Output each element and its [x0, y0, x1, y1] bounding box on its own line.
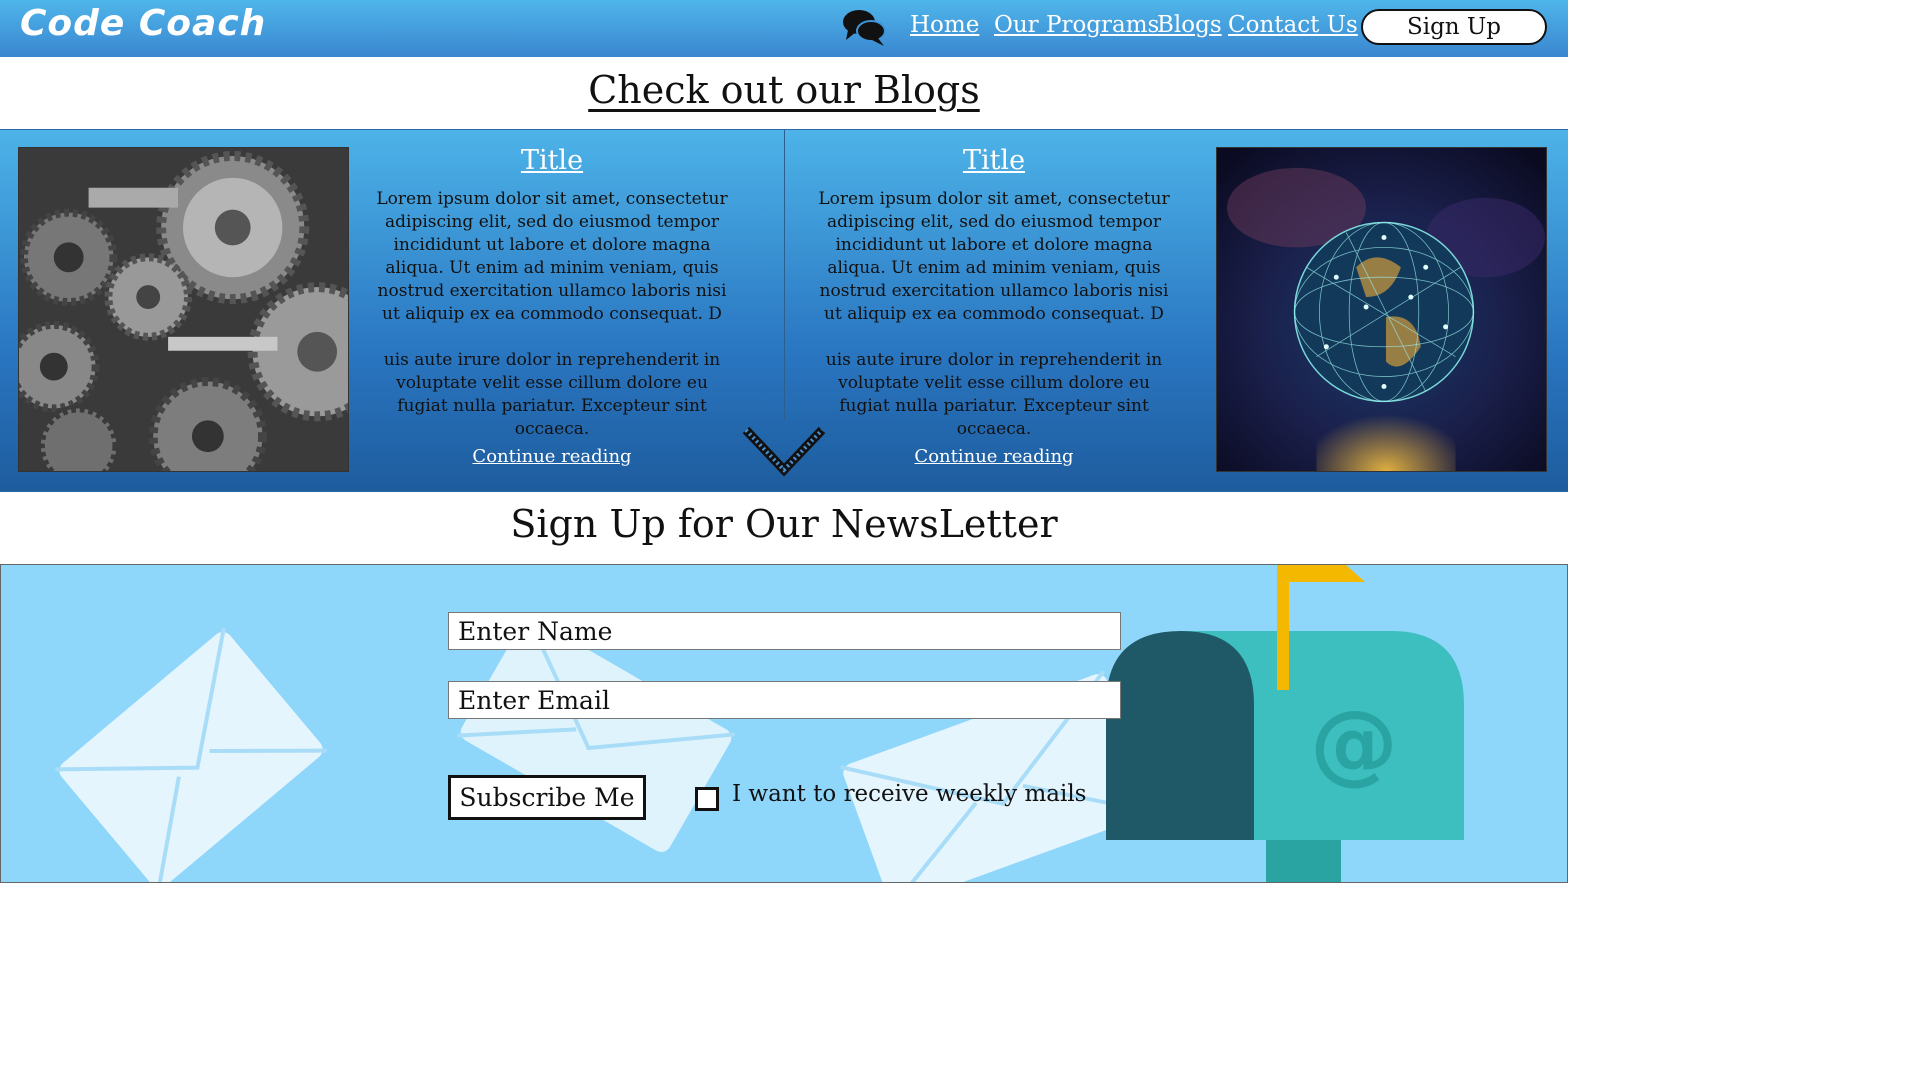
name-input[interactable]	[448, 612, 1121, 650]
blog-post-1: Title Lorem ipsum dolor sit amet, consec…	[372, 142, 732, 467]
post-title[interactable]: Title	[372, 142, 732, 188]
blog-post-2: Title Lorem ipsum dolor sit amet, consec…	[814, 142, 1174, 467]
nav-our-programs[interactable]: Our Programs	[994, 12, 1159, 38]
nav-home[interactable]: Home	[910, 12, 979, 38]
subscribe-button[interactable]: Subscribe Me	[448, 775, 646, 820]
at-symbol-icon: @	[1310, 691, 1398, 794]
email-input[interactable]	[448, 681, 1121, 719]
continue-reading-link[interactable]: Continue reading	[372, 446, 732, 467]
nav-contact-us[interactable]: Contact Us	[1228, 12, 1358, 38]
chat-icon	[843, 10, 886, 46]
chevron-down-icon[interactable]	[742, 426, 826, 478]
sign-up-button[interactable]: Sign Up	[1361, 9, 1547, 45]
newsletter-heading: Sign Up for Our NewsLetter	[510, 502, 1058, 546]
post-divider	[784, 130, 785, 420]
newsletter-section: @ Subscribe Me I want to receive weekly …	[0, 564, 1568, 883]
weekly-mails-checkbox[interactable]	[695, 787, 719, 811]
network-globe-image	[1216, 147, 1547, 472]
nav-blogs[interactable]: Blogs	[1157, 12, 1222, 38]
post-body: Lorem ipsum dolor sit amet, consectetur …	[376, 189, 728, 439]
post-body: Lorem ipsum dolor sit amet, consectetur …	[818, 189, 1170, 439]
navbar: Code Coach Home Our Programs Blogs Conta…	[0, 0, 1568, 57]
blogs-heading: Check out our Blogs	[588, 68, 980, 112]
weekly-mails-label: I want to receive weekly mails	[732, 781, 1087, 807]
blog-carousel: Title Lorem ipsum dolor sit amet, consec…	[0, 129, 1568, 492]
post-title[interactable]: Title	[814, 142, 1174, 188]
brand-logo[interactable]: Code Coach	[20, 3, 266, 44]
gears-image	[18, 147, 349, 472]
continue-reading-link[interactable]: Continue reading	[814, 446, 1174, 467]
